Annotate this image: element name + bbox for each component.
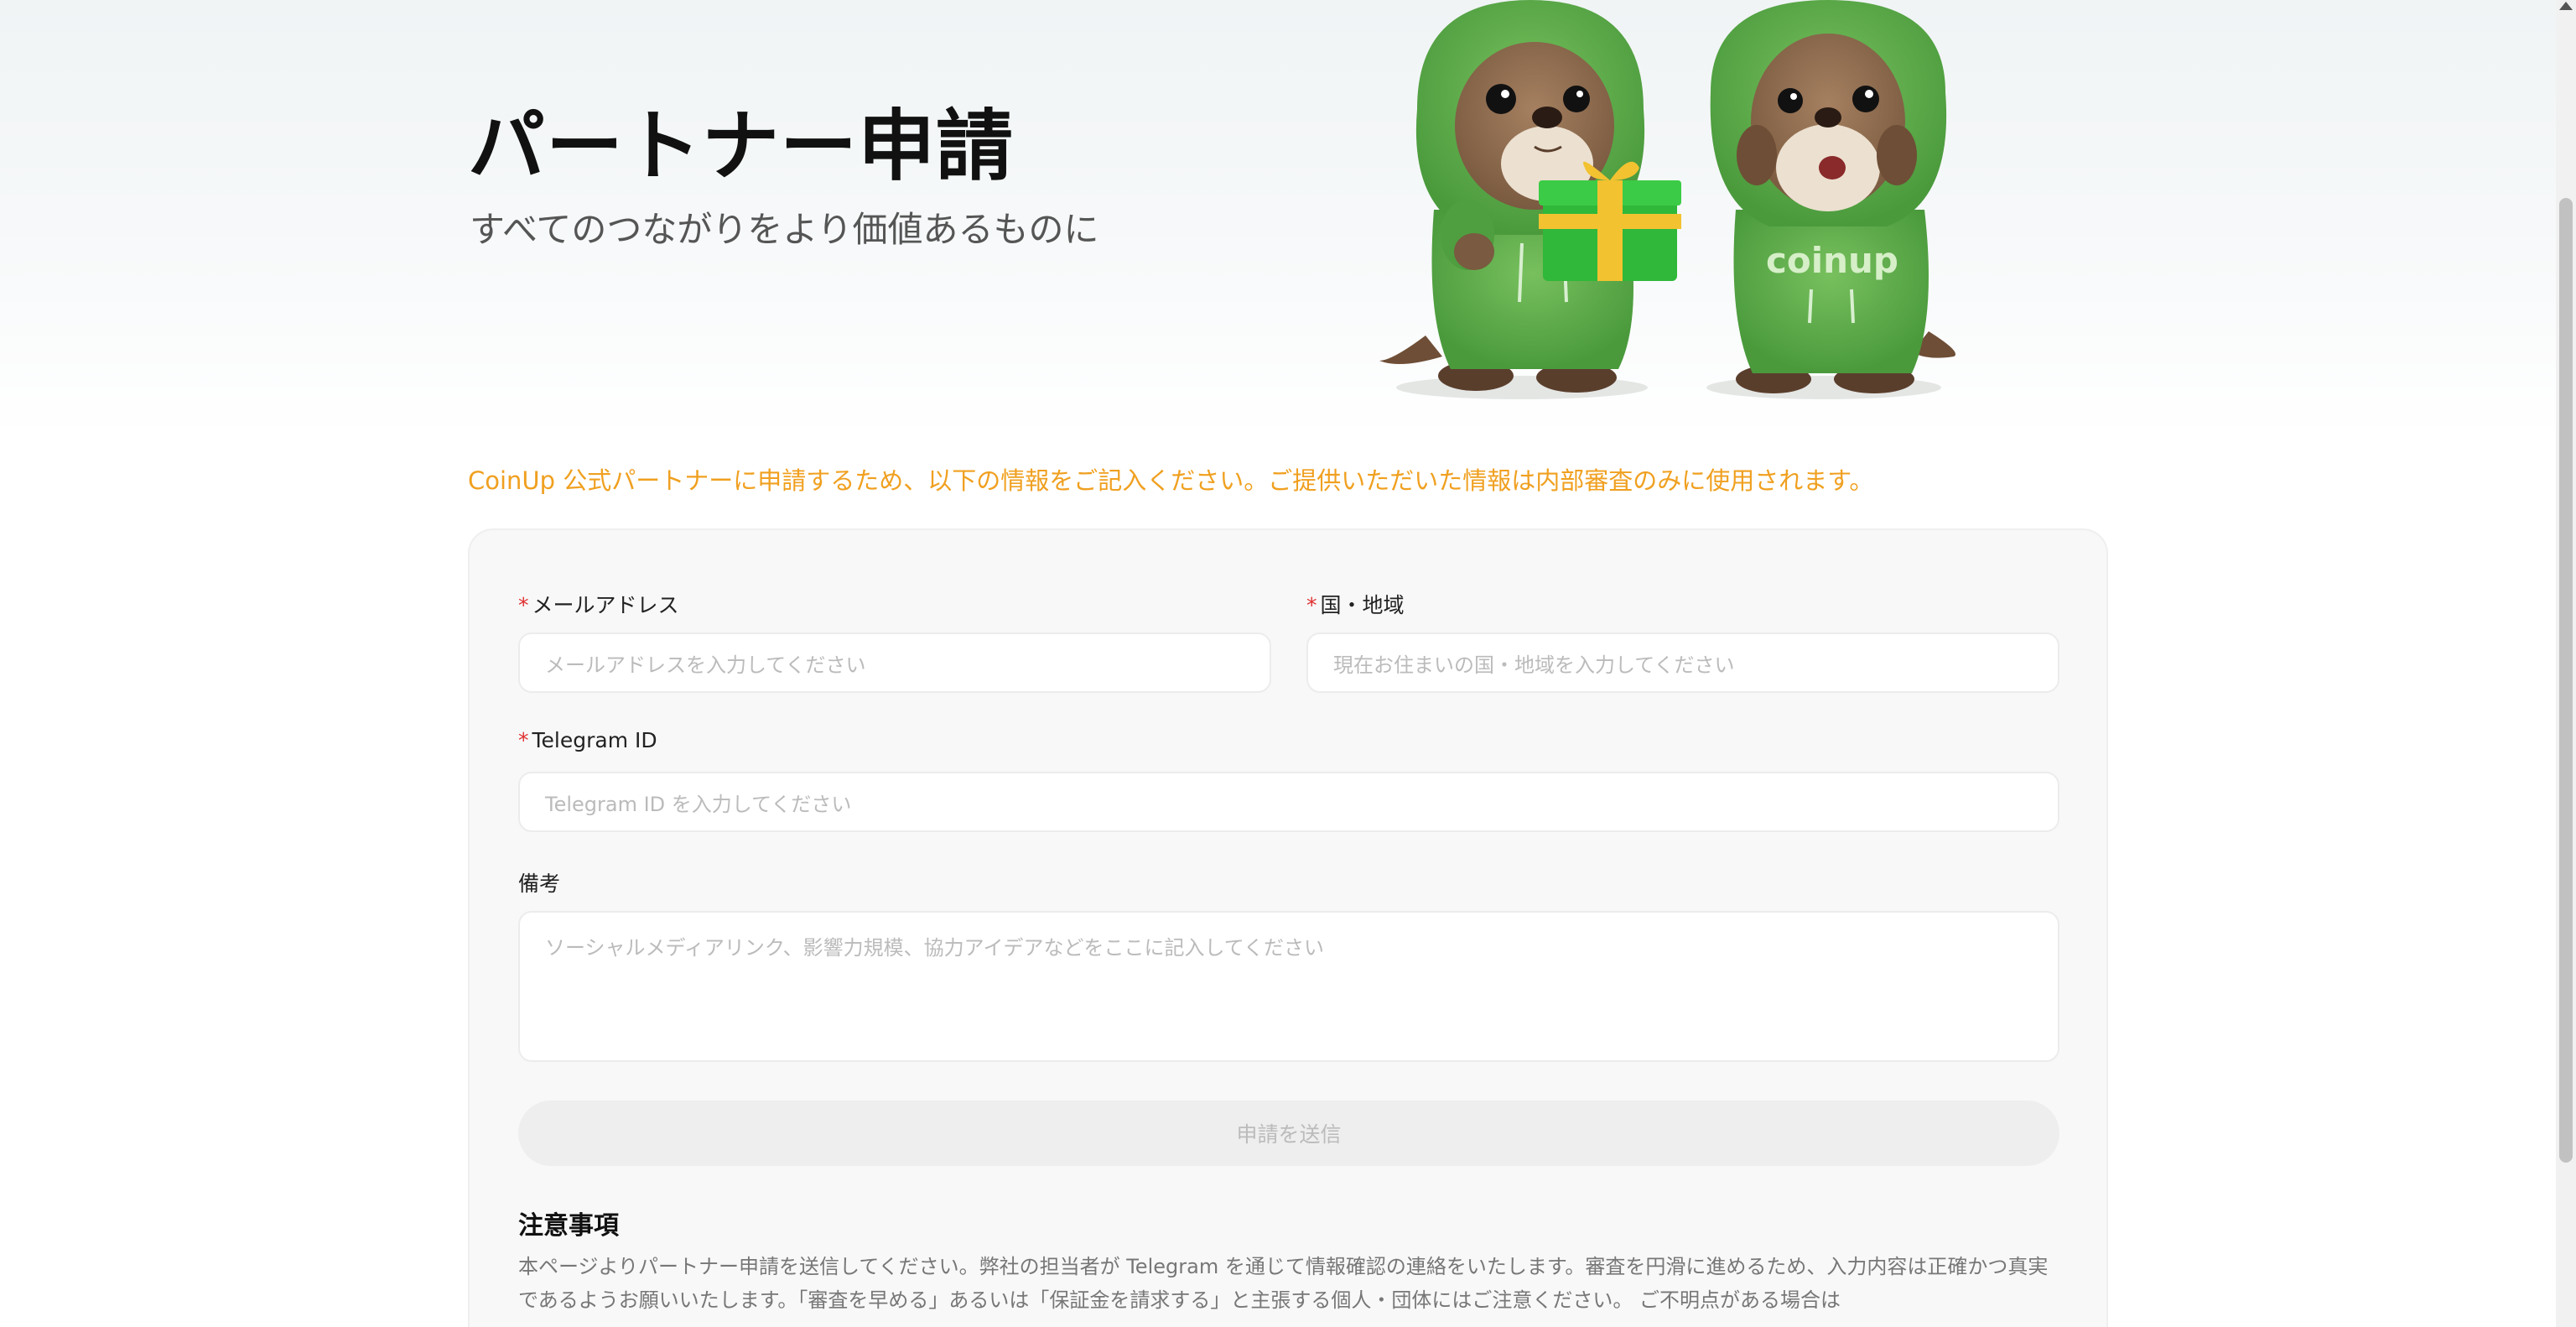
telegram-label: * Telegram ID (518, 728, 657, 752)
email-label: * メールアドレス (518, 589, 679, 619)
application-notice: CoinUp 公式パートナーに申請するため、以下の情報をご記入ください。ご提供い… (468, 466, 1874, 495)
otter-mascots-illustration: coinup (1379, 0, 1955, 399)
left-otter (1379, 0, 1681, 393)
country-input[interactable]: 現在お住まいの国・地域を入力してください (1306, 632, 2059, 693)
page-title: パートナー申請 (468, 101, 1015, 191)
required-mark: * (1306, 593, 1317, 617)
application-form-card: * メールアドレス メールアドレスを入力してください * 国・地域 現在お住まいの国… (468, 528, 2108, 1327)
page-scrollbar[interactable] (2556, 0, 2576, 1327)
email-label-text: メールアドレス (532, 593, 679, 617)
remarks-textarea[interactable]: ソーシャルメディアリンク、影響力規模、協力アイデアなどをここに記入してください (518, 911, 2059, 1062)
scroll-up-arrow-icon[interactable] (2559, 2, 2573, 10)
hoodie-logo-text: coinup (1766, 240, 1898, 281)
scrollbar-thumb[interactable] (2559, 198, 2573, 1163)
country-label: * 国・地域 (1306, 589, 1405, 619)
submit-application-button[interactable]: 申請を送信 (518, 1101, 2059, 1166)
partner-application-page: パートナー申請 すべてのつながりをより価値あるものに coinup CoinUp… (0, 0, 2576, 1327)
notes-body: 本ページよりパートナー申請を送信してください。弊社の担当者が Telegram … (518, 1255, 2049, 1312)
telegram-label-text: Telegram ID (532, 728, 657, 752)
country-label-text: 国・地域 (1320, 593, 1405, 617)
required-mark: * (518, 593, 529, 617)
page-subtitle: すべてのつながりをより価値あるものに (470, 209, 1099, 250)
telegram-id-input[interactable]: Telegram ID を入力してください (518, 772, 2059, 832)
required-mark: * (518, 728, 529, 752)
email-input[interactable]: メールアドレスを入力してください (518, 632, 1271, 693)
right-otter: coinup (1710, 0, 1955, 393)
notes-title: 注意事項 (518, 1211, 619, 1241)
remarks-label: 備考 (518, 872, 561, 896)
